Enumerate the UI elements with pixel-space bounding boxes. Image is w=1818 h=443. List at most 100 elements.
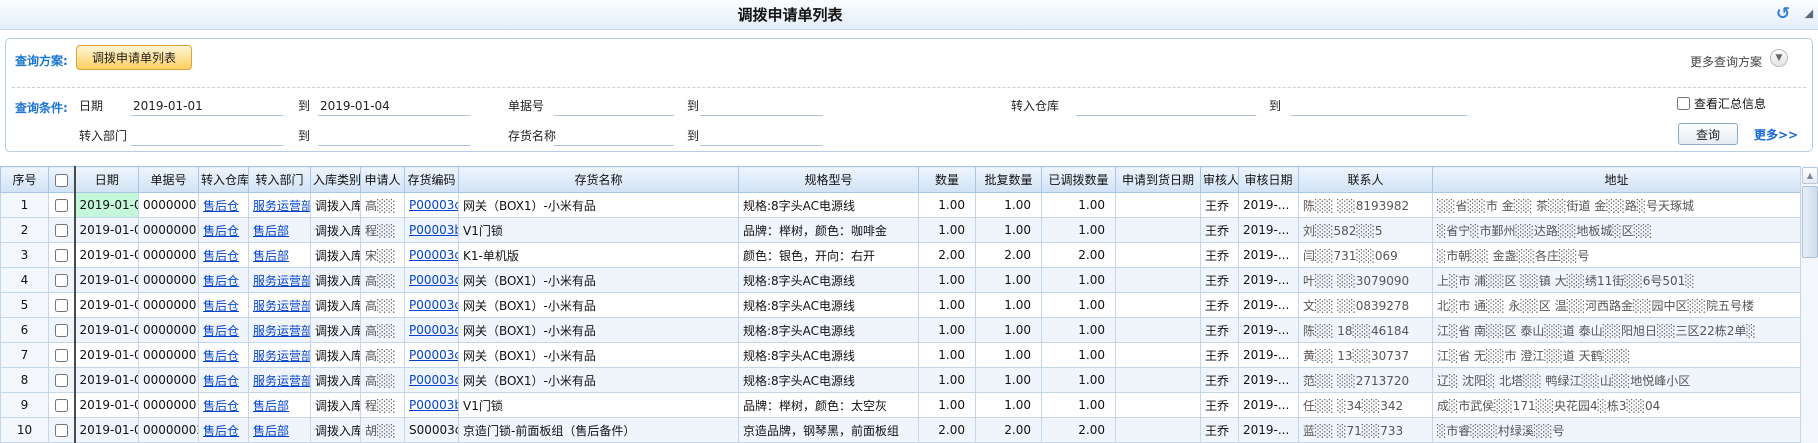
row-checkbox[interactable] — [55, 424, 68, 437]
row-warehouse-link[interactable]: 售后仓 — [199, 193, 249, 218]
date-to-input[interactable] — [318, 97, 470, 116]
row-code-link[interactable]: P00003bb1 — [405, 393, 459, 418]
row-checkbox[interactable] — [55, 399, 68, 412]
col-spec[interactable]: 规格型号 — [739, 167, 919, 193]
row-code-link[interactable]: P00003bb0 — [405, 218, 459, 243]
inventory-from-input[interactable] — [554, 127, 674, 146]
query-plan-button[interactable]: 调拨申请单列表 — [76, 45, 192, 70]
row-contact: 文░░ ░░0839278 — [1299, 293, 1433, 318]
row-code-link[interactable]: P00003c9b — [405, 368, 459, 393]
row-dept-link[interactable]: 售后部 — [249, 418, 311, 443]
col-auditor[interactable]: 审核人 — [1201, 167, 1239, 193]
warehouse-to-input[interactable] — [1291, 97, 1467, 116]
row-code-link[interactable]: S00003cb0 — [405, 418, 459, 443]
row-select-cell[interactable] — [49, 193, 75, 218]
row-select-cell[interactable] — [49, 243, 75, 268]
more-conditions-link[interactable]: 更多>> — [1754, 126, 1798, 143]
row-select-cell[interactable] — [49, 268, 75, 293]
row-warehouse-link[interactable]: 售后仓 — [199, 268, 249, 293]
table-header-row: 序号 日期 单据号 转入仓库 转入部门 入库类别 申请人 存货编码 存货名称 规… — [1, 167, 1801, 193]
row-audit-date: 2019-... — [1239, 293, 1299, 318]
row-warehouse-link[interactable]: 售后仓 — [199, 318, 249, 343]
summary-info-checkbox[interactable]: 查看汇总信息 — [1677, 95, 1766, 112]
warehouse-from-input[interactable] — [1076, 97, 1256, 116]
col-category[interactable]: 入库类别 — [311, 167, 361, 193]
row-select-cell[interactable] — [49, 343, 75, 368]
col-contact[interactable]: 联系人 — [1299, 167, 1433, 193]
row-transferred-qty: 1.00 — [1042, 293, 1116, 318]
scrollbar-thumb[interactable] — [1802, 186, 1818, 258]
row-code-link[interactable]: P00003c95 — [405, 243, 459, 268]
col-date[interactable]: 日期 — [75, 167, 139, 193]
row-warehouse-link[interactable]: 售后仓 — [199, 343, 249, 368]
date-from-input[interactable] — [131, 97, 283, 116]
row-warehouse-link[interactable]: 售后仓 — [199, 218, 249, 243]
row-warehouse-link[interactable]: 售后仓 — [199, 243, 249, 268]
row-code-link[interactable]: P00003c9b — [405, 193, 459, 218]
row-dept-link[interactable]: 售后部 — [249, 243, 311, 268]
row-category: 调拨入库 — [311, 318, 361, 343]
row-qty: 1.00 — [919, 318, 976, 343]
dept-from-input[interactable] — [131, 127, 283, 146]
row-dept-link[interactable]: 售后部 — [249, 218, 311, 243]
col-warehouse[interactable]: 转入仓库 — [199, 167, 249, 193]
col-approved-qty[interactable]: 批复数量 — [976, 167, 1042, 193]
col-audit-date[interactable]: 审核日期 — [1239, 167, 1299, 193]
doc-no-from-input[interactable] — [554, 97, 674, 116]
col-select-all[interactable] — [49, 167, 75, 193]
col-arrival-date[interactable]: 申请到货日期 — [1116, 167, 1201, 193]
row-code-link[interactable]: P00003c9b — [405, 318, 459, 343]
row-warehouse-link[interactable]: 售后仓 — [199, 293, 249, 318]
refresh-icon[interactable]: ↺ — [1772, 2, 1794, 26]
row-checkbox[interactable] — [55, 224, 68, 237]
summary-checkbox-input[interactable] — [1677, 97, 1690, 110]
row-dept-link[interactable]: 服务运营部 — [249, 318, 311, 343]
row-code-link[interactable]: P00003c9b — [405, 343, 459, 368]
col-name[interactable]: 存货名称 — [459, 167, 739, 193]
row-select-cell[interactable] — [49, 368, 75, 393]
col-code[interactable]: 存货编码 — [405, 167, 459, 193]
row-dept-link[interactable]: 服务运营部 — [249, 368, 311, 393]
row-checkbox[interactable] — [55, 274, 68, 287]
row-checkbox[interactable] — [55, 249, 68, 262]
row-select-cell[interactable] — [49, 218, 75, 243]
doc-no-to-input[interactable] — [700, 97, 823, 116]
row-checkbox[interactable] — [55, 199, 68, 212]
row-category: 调拨入库 — [311, 368, 361, 393]
row-checkbox[interactable] — [55, 374, 68, 387]
row-dept-link[interactable]: 服务运营部 — [249, 268, 311, 293]
dept-to-input[interactable] — [318, 127, 470, 146]
vertical-scrollbar[interactable]: ▲ — [1800, 166, 1818, 443]
row-dept-link[interactable]: 服务运营部 — [249, 193, 311, 218]
row-dept-link[interactable]: 售后部 — [249, 393, 311, 418]
row-warehouse-link[interactable]: 售后仓 — [199, 418, 249, 443]
row-select-cell[interactable] — [49, 318, 75, 343]
select-all-checkbox[interactable] — [55, 174, 68, 187]
col-address[interactable]: 地址 — [1433, 167, 1801, 193]
col-dept[interactable]: 转入部门 — [249, 167, 311, 193]
query-conditions-label: 查询条件: — [15, 99, 68, 116]
plans-dropdown-icon[interactable]: ▼ — [1770, 49, 1788, 67]
scroll-up-icon[interactable]: ▲ — [1802, 167, 1818, 184]
row-select-cell[interactable] — [49, 393, 75, 418]
row-checkbox[interactable] — [55, 299, 68, 312]
col-transferred-qty[interactable]: 已调拨数量 — [1042, 167, 1116, 193]
col-seq[interactable]: 序号 — [1, 167, 49, 193]
row-dept-link[interactable]: 服务运营部 — [249, 293, 311, 318]
more-query-plans-link[interactable]: 更多查询方案 — [1690, 53, 1762, 70]
col-qty[interactable]: 数量 — [919, 167, 976, 193]
row-arrival-date — [1116, 243, 1201, 268]
row-checkbox[interactable] — [55, 324, 68, 337]
row-select-cell[interactable] — [49, 293, 75, 318]
search-button[interactable]: 查询 — [1678, 123, 1738, 145]
inventory-to-input[interactable] — [700, 127, 823, 146]
row-code-link[interactable]: P00003c9b — [405, 268, 459, 293]
row-dept-link[interactable]: 服务运营部 — [249, 343, 311, 368]
row-checkbox[interactable] — [55, 349, 68, 362]
row-code-link[interactable]: P00003c9b — [405, 293, 459, 318]
row-select-cell[interactable] — [49, 418, 75, 443]
col-doc-no[interactable]: 单据号 — [139, 167, 199, 193]
row-warehouse-link[interactable]: 售后仓 — [199, 368, 249, 393]
col-applicant[interactable]: 申请人 — [361, 167, 405, 193]
row-warehouse-link[interactable]: 售后仓 — [199, 393, 249, 418]
